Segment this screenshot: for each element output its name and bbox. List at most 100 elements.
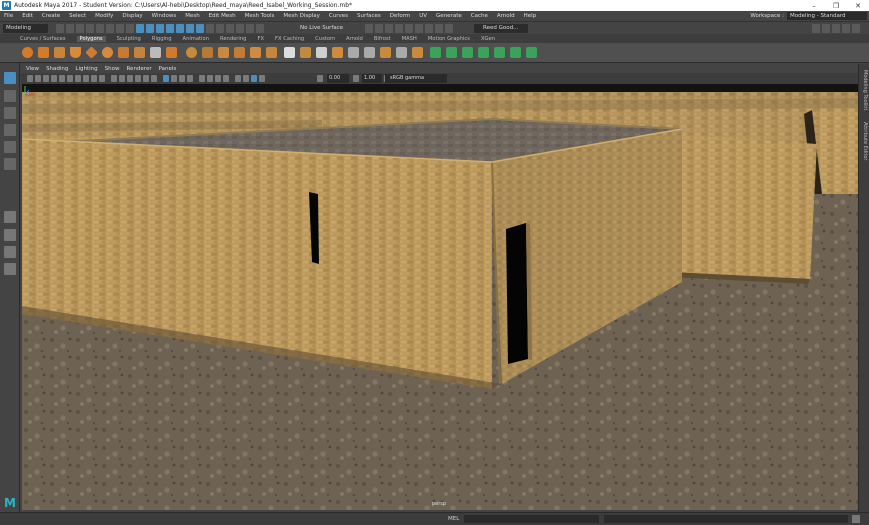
render-frame-icon[interactable]	[375, 24, 383, 33]
shelf-tab-fx[interactable]: FX	[257, 36, 264, 42]
select-component-icon[interactable]	[126, 24, 134, 33]
paint-select-tool-icon[interactable]	[4, 107, 16, 119]
panel-menu-view[interactable]: View	[26, 66, 39, 72]
panel-menu-panels[interactable]: Panels	[159, 66, 177, 72]
poly-torus-icon[interactable]	[102, 47, 113, 58]
snap-surface-icon[interactable]	[246, 24, 254, 33]
menu-mesh[interactable]: Mesh	[185, 13, 199, 19]
backface-culling-icon[interactable]	[187, 75, 193, 82]
bookmarks-icon[interactable]	[43, 75, 49, 82]
shelf-tab-custom[interactable]: Custom	[315, 36, 335, 42]
shadows-icon[interactable]	[151, 75, 157, 82]
bevel-icon[interactable]	[316, 47, 327, 58]
menu-curves[interactable]: Curves	[329, 13, 348, 19]
poly-cube-icon[interactable]	[38, 47, 49, 58]
shelf-tab-animation[interactable]: Animation	[183, 36, 209, 42]
mask-render-icon[interactable]	[196, 24, 204, 33]
cut-uv-icon[interactable]	[494, 47, 505, 58]
smooth-shade-icon[interactable]	[119, 75, 125, 82]
attribute-editor-tab[interactable]: Attribute Editor	[861, 122, 868, 160]
poly-cone-icon[interactable]	[70, 47, 81, 58]
panel-menu-lighting[interactable]: Lighting	[75, 66, 97, 72]
undo-icon[interactable]	[86, 24, 94, 33]
resolution-gate-icon[interactable]	[75, 75, 81, 82]
rotate-tool-icon[interactable]	[4, 141, 16, 153]
arnold-render-icon[interactable]	[415, 24, 423, 33]
shelf-tab-xgen[interactable]: XGen	[481, 36, 495, 42]
mask-handle-icon[interactable]	[136, 24, 144, 33]
exposure-field[interactable]: 0.00	[327, 74, 349, 83]
menu-edit[interactable]: Edit	[22, 13, 33, 19]
outliner-layout-icon[interactable]	[4, 263, 16, 275]
menu-cache[interactable]: Cache	[471, 13, 488, 19]
insert-edge-loop-icon[interactable]	[396, 47, 407, 58]
select-object-icon[interactable]	[116, 24, 124, 33]
gamma-field[interactable]: 1.00	[362, 74, 382, 83]
isolate-select-icon[interactable]	[163, 75, 169, 82]
menu-modify[interactable]: Modify	[95, 13, 113, 19]
move-tool-icon[interactable]	[4, 124, 16, 136]
wireframe-on-shaded-icon[interactable]	[127, 75, 133, 82]
boolean-icon[interactable]	[234, 47, 245, 58]
view-transform-dropdown[interactable]: sRGB gamma	[385, 74, 447, 83]
menu-edit-mesh[interactable]: Edit Mesh	[209, 13, 236, 19]
workspace-dropdown[interactable]: Modeling - Standard	[787, 12, 867, 20]
snap-point-icon[interactable]	[226, 24, 234, 33]
poly-type-icon[interactable]	[150, 47, 161, 58]
extract-icon[interactable]	[266, 47, 277, 58]
combine-icon[interactable]	[186, 47, 197, 58]
menu-generate[interactable]: Generate	[436, 13, 462, 19]
stereo-icon[interactable]	[243, 75, 249, 82]
image-plane-icon[interactable]	[51, 75, 57, 82]
viewport-2-icon[interactable]	[251, 75, 257, 82]
menu-mesh-tools[interactable]: Mesh Tools	[245, 13, 275, 19]
uv-editor-icon[interactable]	[526, 47, 537, 58]
camera-attributes-icon[interactable]	[35, 75, 41, 82]
redo-icon[interactable]	[96, 24, 104, 33]
append-icon[interactable]	[348, 47, 359, 58]
snap-grid-icon[interactable]	[206, 24, 214, 33]
menu-deform[interactable]: Deform	[390, 13, 410, 19]
snap-view-icon[interactable]	[236, 24, 244, 33]
panel-menu-shading[interactable]: Shading	[46, 66, 68, 72]
gate-mask-icon[interactable]	[83, 75, 89, 82]
modeling-toolkit-icon[interactable]	[832, 24, 840, 33]
shelf-tab-arnold[interactable]: Arnold	[346, 36, 363, 42]
shelf-tab-polygons[interactable]: Polygons	[76, 35, 106, 42]
mel-label[interactable]: MEL	[448, 516, 459, 522]
close-button[interactable]: ✕	[847, 2, 869, 10]
multisample-aa-icon[interactable]	[215, 75, 221, 82]
svg-icon[interactable]	[166, 47, 177, 58]
menu-windows[interactable]: Windows	[152, 13, 177, 19]
shelf-tab-mash[interactable]: MASH	[402, 36, 417, 42]
menu-file[interactable]: File	[4, 13, 13, 19]
snap-live-icon[interactable]	[256, 24, 264, 33]
channel-box-icon[interactable]	[822, 24, 830, 33]
xray-joints-icon[interactable]	[179, 75, 185, 82]
mask-curve-icon[interactable]	[156, 24, 164, 33]
shelf-tab-rendering[interactable]: Rendering	[220, 36, 247, 42]
open-scene-icon[interactable]	[66, 24, 74, 33]
shelf-tab-motion-graphics[interactable]: Motion Graphics	[428, 36, 470, 42]
menu-surfaces[interactable]: Surfaces	[357, 13, 381, 19]
cylindrical-uv-icon[interactable]	[446, 47, 457, 58]
sew-uv-icon[interactable]	[510, 47, 521, 58]
gamma-control-icon[interactable]	[353, 75, 359, 82]
poly-sphere-icon[interactable]	[22, 47, 33, 58]
mirror-icon[interactable]	[250, 47, 261, 58]
tool-settings-icon[interactable]	[852, 24, 860, 33]
menu-display[interactable]: Display	[122, 13, 142, 19]
mask-surface-icon[interactable]	[166, 24, 174, 33]
render-view-icon[interactable]	[365, 24, 373, 33]
automatic-uv-icon[interactable]	[478, 47, 489, 58]
textured-icon[interactable]	[135, 75, 141, 82]
menu-select[interactable]: Select	[69, 13, 86, 19]
shelf-tab-curves-surfaces[interactable]: Curves / Surfaces	[20, 36, 66, 42]
menu-create[interactable]: Create	[42, 13, 60, 19]
extrude-icon[interactable]	[300, 47, 311, 58]
attribute-editor-icon[interactable]	[842, 24, 850, 33]
use-all-lights-icon[interactable]	[143, 75, 149, 82]
multi-cut-icon[interactable]	[284, 47, 295, 58]
menu-set-dropdown[interactable]: Modeling	[3, 24, 48, 33]
mask-dynamics-icon[interactable]	[186, 24, 194, 33]
